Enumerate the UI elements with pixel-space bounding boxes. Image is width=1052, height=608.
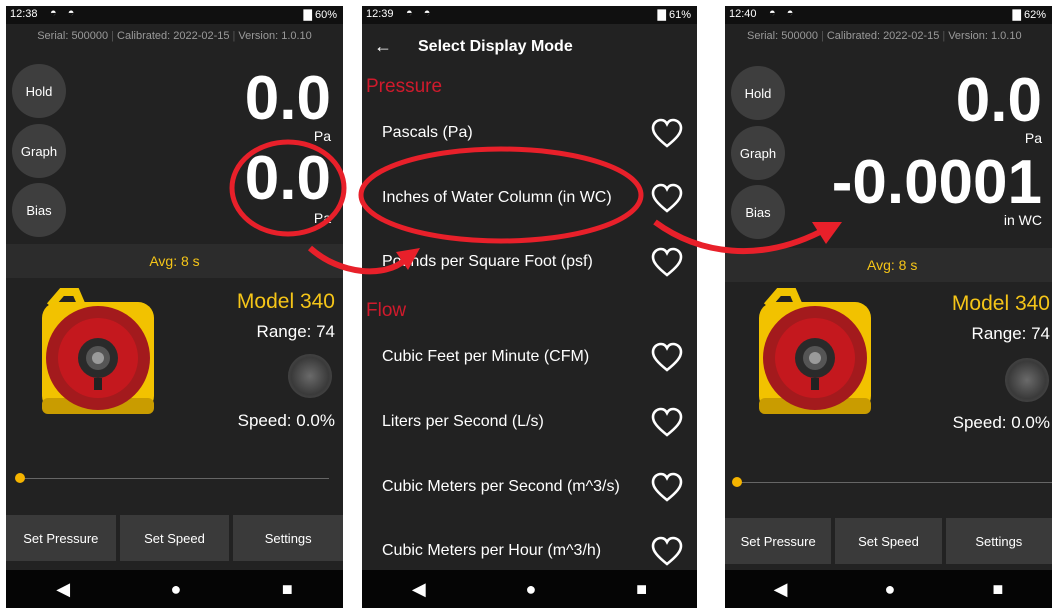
nav-back-icon[interactable]: ◀ xyxy=(774,579,788,600)
status-bar: 12:40 ◓ ◓ ▇ 62% xyxy=(725,6,1052,24)
app-bar: ← Select Display Mode xyxy=(362,24,697,70)
battery-indicator: ▇ 62% xyxy=(1012,9,1046,21)
set-pressure-button[interactable]: Set Pressure xyxy=(725,518,832,564)
model-label: Model 340 xyxy=(951,292,1050,315)
reading-secondary-unit: in WC xyxy=(1003,212,1042,228)
favorite-heart-icon[interactable] xyxy=(651,472,683,504)
serial-label: Serial: 500000 xyxy=(747,30,818,42)
settings-button[interactable]: Settings xyxy=(233,515,343,561)
bottom-button-row: Set Pressure Set Speed Settings xyxy=(6,515,343,561)
android-nav-bar: ◀ ● ■ xyxy=(362,570,697,608)
serial-label: Serial: 500000 xyxy=(37,30,109,42)
hold-button[interactable]: Hold xyxy=(731,66,785,120)
range-label: Range: 74 xyxy=(256,322,335,341)
device-info: Serial: 500000 | Calibrated: 2022-02-15 | Ve… xyxy=(37,30,312,42)
version-label: Version: 1.0.10 xyxy=(238,30,312,42)
graph-button[interactable]: Graph xyxy=(731,126,785,180)
android-nav-bar: ◀ ● ■ xyxy=(725,570,1052,608)
nav-recents-icon[interactable]: ■ xyxy=(636,579,647,600)
favorite-heart-icon[interactable] xyxy=(651,342,683,374)
nav-recents-icon[interactable]: ■ xyxy=(282,579,293,600)
option-inches-water-column[interactable]: Inches of Water Column (in WC) xyxy=(382,189,612,207)
android-nav-bar: ◀ ● ■ xyxy=(6,570,343,608)
calibrated-label: Calibrated: 2022-02-15 xyxy=(117,30,230,42)
screen-select-display-mode: 12:39 ◓ ◓ ▇ 61% ← Select Display Mode Pr… xyxy=(362,6,697,608)
status-time: 12:40 xyxy=(729,8,757,20)
option-cubic-meters-per-hour[interactable]: Cubic Meters per Hour (m^3/h) xyxy=(382,542,601,560)
settings-button[interactable]: Settings xyxy=(945,518,1052,564)
set-speed-button[interactable]: Set Speed xyxy=(119,515,230,561)
option-liters-per-second[interactable]: Liters per Second (L/s) xyxy=(382,413,544,431)
favorite-heart-icon[interactable] xyxy=(651,247,683,279)
fan-icon xyxy=(1005,358,1049,402)
avg-label: Avg: 8 s xyxy=(725,248,1052,282)
set-speed-button[interactable]: Set Speed xyxy=(835,518,942,564)
reading-secondary-unit: Pa xyxy=(313,210,331,226)
reading-primary-value[interactable]: 0.0 xyxy=(956,70,1042,132)
nav-back-icon[interactable]: ◀ xyxy=(412,579,426,600)
nav-home-icon[interactable]: ● xyxy=(526,579,537,600)
section-flow: Flow xyxy=(366,300,407,321)
screen-main-pa: 12:38 ◓ ◓ ▇ 60% Serial: 500000 | Calibrate… xyxy=(6,6,343,608)
option-cubic-meters-per-second[interactable]: Cubic Meters per Second (m^3/s) xyxy=(382,478,620,496)
bias-button[interactable]: Bias xyxy=(12,183,66,237)
reading-primary-value[interactable]: 0.0 xyxy=(245,68,331,130)
section-pressure: Pressure xyxy=(366,76,443,97)
speed-slider[interactable] xyxy=(737,482,1052,483)
option-psf[interactable]: Pounds per Square Foot (psf) xyxy=(382,253,593,271)
option-cfm[interactable]: Cubic Feet per Minute (CFM) xyxy=(382,348,589,366)
fan-device-image xyxy=(759,288,871,414)
status-time: 12:38 xyxy=(10,8,38,20)
speed-slider[interactable] xyxy=(20,478,329,479)
fan-device-image xyxy=(42,288,154,414)
favorite-heart-icon[interactable] xyxy=(651,407,683,439)
nav-home-icon[interactable]: ● xyxy=(171,579,182,600)
speed-label: Speed: 0.0% xyxy=(952,413,1050,432)
page-title: Select Display Mode xyxy=(418,38,573,55)
fan-icon xyxy=(288,354,332,398)
favorite-heart-icon[interactable] xyxy=(651,183,683,215)
graph-button[interactable]: Graph xyxy=(12,124,66,178)
speed-slider-handle[interactable] xyxy=(732,477,742,487)
range-label: Range: 74 xyxy=(971,324,1050,343)
avg-label: Avg: 8 s xyxy=(6,244,343,278)
bias-button[interactable]: Bias xyxy=(731,185,785,239)
notification-icons: ◓ ◓ xyxy=(406,7,435,19)
version-label: Version: 1.0.10 xyxy=(948,30,1022,42)
calibrated-label: Calibrated: 2022-02-15 xyxy=(826,30,940,42)
reading-primary-unit: Pa xyxy=(313,128,331,144)
bottom-button-row: Set Pressure Set Speed Settings xyxy=(725,518,1052,564)
favorite-heart-icon[interactable] xyxy=(651,118,683,150)
battery-indicator: ▇ 60% xyxy=(303,9,337,21)
device-info: Serial: 500000 | Calibrated: 2022-02-15 | Ve… xyxy=(747,30,1022,42)
nav-home-icon[interactable]: ● xyxy=(885,579,896,600)
battery-indicator: ▇ 61% xyxy=(657,9,691,21)
status-bar: 12:39 ◓ ◓ ▇ 61% xyxy=(362,6,697,24)
back-arrow-icon[interactable]: ← xyxy=(374,36,392,57)
hold-button[interactable]: Hold xyxy=(12,64,66,118)
favorite-heart-icon[interactable] xyxy=(651,536,683,568)
option-pascals[interactable]: Pascals (Pa) xyxy=(382,124,473,142)
screen-main-inwc: 12:40 ◓ ◓ ▇ 62% Serial: 500000 | Calibrate… xyxy=(725,6,1052,608)
speed-slider-handle[interactable] xyxy=(15,473,25,483)
nav-back-icon[interactable]: ◀ xyxy=(56,579,70,600)
reading-secondary-value[interactable]: 0.0 xyxy=(245,148,331,210)
speed-label: Speed: 0.0% xyxy=(237,411,335,430)
status-bar: 12:38 ◓ ◓ ▇ 60% xyxy=(6,6,343,24)
model-label: Model 340 xyxy=(236,290,335,313)
reading-secondary-value[interactable]: -0.0001 xyxy=(832,152,1042,214)
notification-icons: ◓ ◓ xyxy=(769,7,798,19)
notification-icons: ◓ ◓ xyxy=(50,7,79,19)
set-pressure-button[interactable]: Set Pressure xyxy=(6,515,116,561)
nav-recents-icon[interactable]: ■ xyxy=(993,579,1004,600)
reading-primary-unit: Pa xyxy=(1024,130,1042,146)
status-time: 12:39 xyxy=(366,8,394,20)
